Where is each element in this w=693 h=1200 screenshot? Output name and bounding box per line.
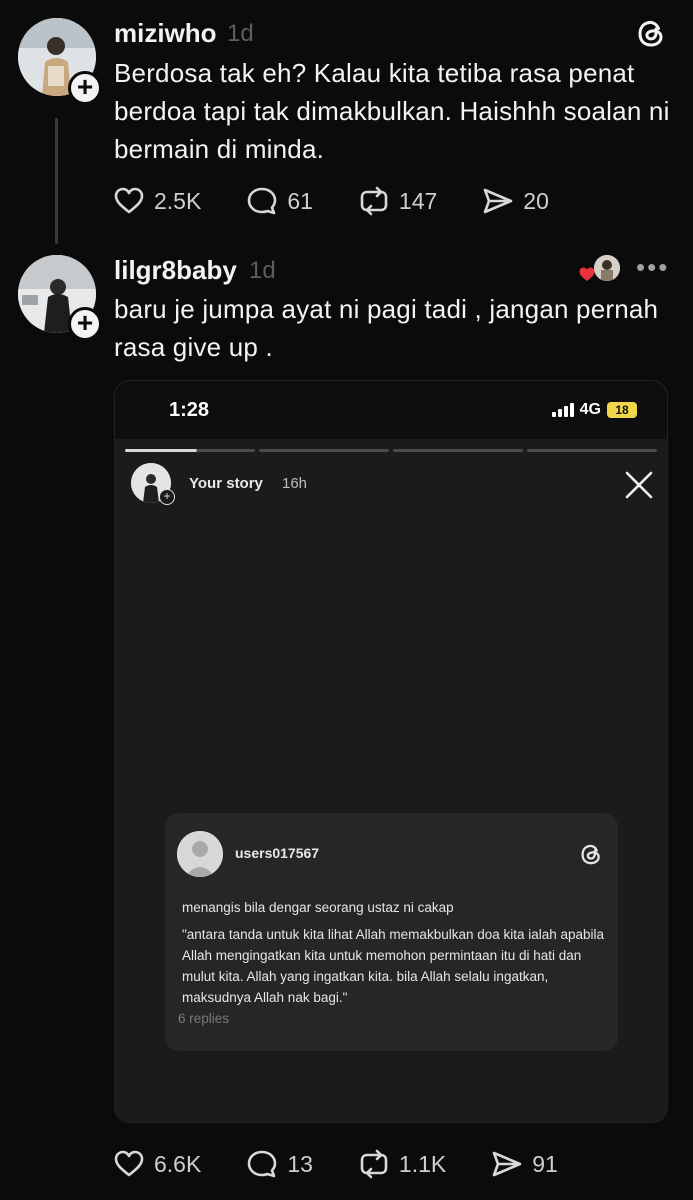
username[interactable]: miziwho	[114, 18, 217, 49]
threads-logo-icon[interactable]	[634, 16, 668, 50]
username[interactable]: lilgr8baby	[114, 255, 237, 286]
heart-icon	[578, 265, 596, 283]
card-username: users017567	[235, 845, 320, 861]
repost-icon	[360, 1149, 388, 1179]
action-bar: 2.5K 61 147 20	[112, 181, 593, 221]
liked-by-avatar[interactable]	[594, 255, 620, 281]
action-bar: 6.6K 13 1.1K 91	[112, 1144, 602, 1184]
share-button[interactable]: 91	[490, 1147, 558, 1181]
repost-button[interactable]: 147	[357, 184, 437, 218]
share-icon	[483, 188, 513, 214]
close-icon	[623, 469, 655, 501]
card-quote: "antara tanda untuk kita lihat Allah mem…	[182, 927, 605, 1005]
network-label: 4G	[579, 401, 601, 418]
share-icon	[492, 1151, 522, 1177]
like-button[interactable]: 6.6K	[112, 1147, 201, 1181]
story-progress	[125, 449, 657, 452]
timestamp: 1d	[227, 20, 254, 47]
story-label: Your story	[189, 475, 263, 492]
embedded-image[interactable]: 1:28 4G 18 + Your story 16h users017567 …	[114, 380, 668, 1123]
share-button[interactable]: 20	[481, 184, 549, 218]
like-count: 2.5K	[154, 187, 202, 214]
comment-button[interactable]: 61	[245, 184, 313, 218]
quoted-thread-card: users017567 menangis bila dengar seorang…	[165, 813, 618, 1051]
card-avatar	[177, 831, 223, 877]
comment-count: 61	[287, 187, 313, 214]
post-text: baru je jumpa ayat ni pagi tadi , jangan…	[114, 294, 659, 362]
status-indicators: 4G 18	[551, 401, 637, 419]
share-count: 91	[532, 1150, 558, 1177]
comment-button[interactable]: 13	[245, 1147, 313, 1181]
thread-connector	[55, 118, 58, 244]
like-count: 6.6K	[154, 1150, 202, 1177]
share-count: 20	[523, 187, 549, 214]
comment-icon	[248, 187, 277, 215]
timestamp: 1d	[249, 257, 276, 284]
repost-button[interactable]: 1.1K	[357, 1147, 446, 1181]
repost-icon	[360, 186, 388, 216]
follow-button[interactable]: +	[68, 307, 102, 341]
story-time: 16h	[282, 475, 308, 492]
like-button[interactable]: 2.5K	[112, 184, 201, 218]
signal-icon	[551, 403, 574, 417]
threads-logo-icon	[578, 841, 604, 867]
add-story-icon: +	[159, 489, 175, 505]
follow-button[interactable]: +	[68, 71, 102, 105]
heart-icon	[114, 1150, 144, 1177]
heart-icon	[114, 187, 144, 214]
card-replies: 6 replies	[178, 1011, 230, 1026]
battery-icon: 18	[607, 402, 637, 418]
more-options-button[interactable]: •••	[636, 252, 669, 283]
repost-count: 147	[398, 187, 438, 214]
card-text: menangis bila dengar seorang ustaz ni ca…	[182, 897, 612, 1008]
comment-count: 13	[287, 1150, 313, 1177]
comment-icon	[248, 1150, 277, 1178]
post-text: Berdosa tak eh? Kalau kita tetiba rasa p…	[114, 58, 670, 164]
status-bar: 1:28 4G 18	[115, 381, 667, 439]
status-time: 1:28	[169, 399, 210, 421]
repost-count: 1.1K	[398, 1150, 447, 1177]
card-line: menangis bila dengar seorang ustaz ni ca…	[182, 900, 454, 915]
